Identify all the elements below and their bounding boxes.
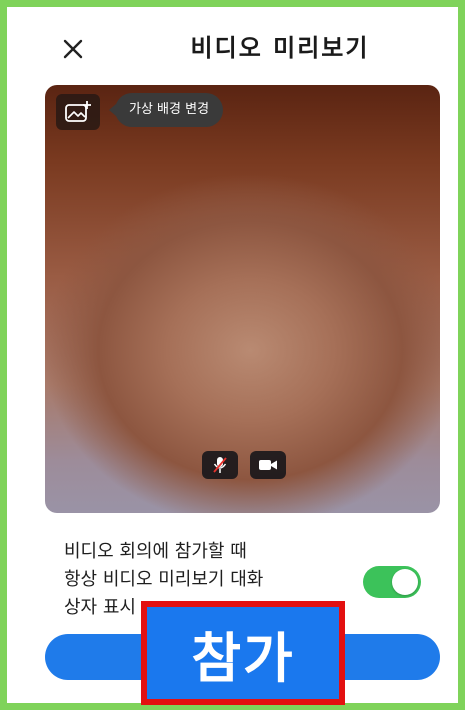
mute-button[interactable] bbox=[202, 451, 238, 479]
join-label: 참가 bbox=[191, 626, 295, 690]
close-icon bbox=[63, 39, 83, 59]
image-add-icon bbox=[65, 101, 91, 122]
video-preview bbox=[45, 85, 440, 513]
camera-button[interactable] bbox=[250, 451, 286, 479]
join-button-highlight[interactable]: 참가 bbox=[141, 601, 345, 705]
setting-label-line: 항상 비디오 미리보기 대화 bbox=[64, 569, 264, 590]
always-preview-toggle[interactable] bbox=[363, 566, 421, 598]
video-camera-icon bbox=[259, 460, 277, 470]
virtual-background-tooltip: 가상 배경 변경 bbox=[108, 93, 224, 127]
toggle-knob bbox=[392, 569, 418, 595]
virtual-background-button[interactable] bbox=[56, 94, 100, 130]
page-title: 비디오 미리보기 bbox=[190, 34, 370, 62]
close-button[interactable] bbox=[56, 32, 90, 66]
microphone-muted-icon bbox=[213, 457, 227, 473]
header: 비디오 미리보기 bbox=[0, 0, 465, 86]
setting-label-line: 비디오 회의에 참가할 때 bbox=[64, 541, 247, 562]
